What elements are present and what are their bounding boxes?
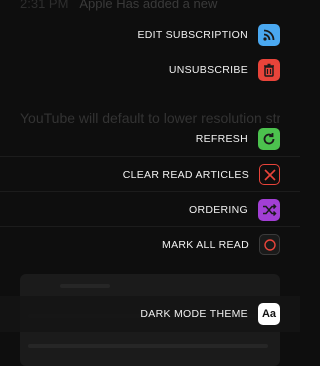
background-headline: 2:31 PM Apple Has added a new xyxy=(20,0,300,11)
font-icon: Aa xyxy=(258,303,280,325)
x-icon xyxy=(259,164,280,185)
circle-icon xyxy=(259,234,280,255)
menu-item-mark-all-read[interactable]: MARK ALL READ xyxy=(0,226,300,262)
menu-item-edit-subscription[interactable]: EDIT SUBSCRIPTION xyxy=(0,17,300,53)
rss-icon xyxy=(258,24,280,46)
menu-item-label: UNSUBSCRIBE xyxy=(168,64,248,76)
menu-item-dark-mode-theme[interactable]: DARK MODE THEME Aa xyxy=(0,296,300,332)
trash-icon xyxy=(258,59,280,81)
menu-item-label: ORDERING xyxy=(189,203,248,216)
menu-item-label: CLEAR READ ARTICLES xyxy=(122,168,249,181)
menu-item-refresh[interactable]: REFRESH xyxy=(0,121,300,157)
menu-item-label: REFRESH xyxy=(195,133,248,145)
refresh-icon xyxy=(258,128,280,150)
menu-item-unsubscribe[interactable]: UNSUBSCRIBE xyxy=(0,52,300,88)
menu-item-label: DARK MODE THEME xyxy=(140,308,248,320)
menu-item-ordering[interactable]: ORDERING xyxy=(0,191,300,227)
menu-item-label: EDIT SUBSCRIPTION xyxy=(137,29,248,41)
background-headline-text: Apple Has added a new xyxy=(79,0,218,11)
shuffle-icon xyxy=(258,198,280,221)
background-time: 2:31 PM xyxy=(20,0,69,11)
menu-item-label: MARK ALL READ xyxy=(162,238,249,251)
menu-item-clear-read-articles[interactable]: CLEAR READ ARTICLES xyxy=(0,156,300,192)
